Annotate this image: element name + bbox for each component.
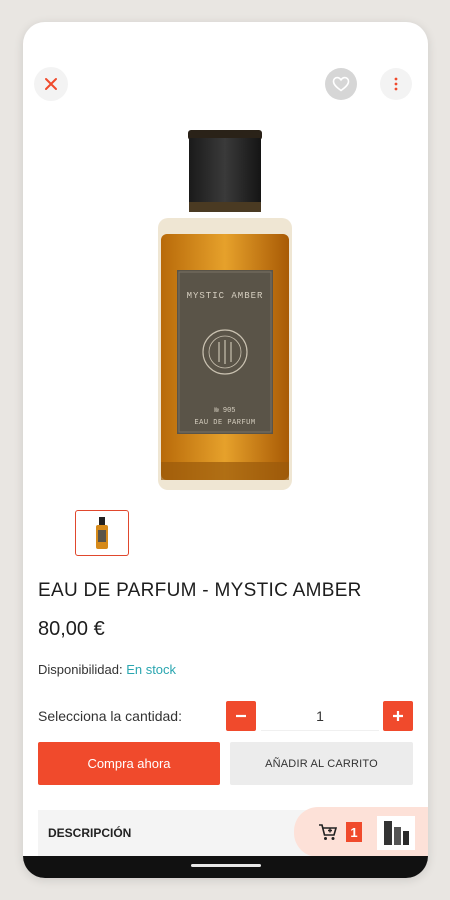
product-price: 80,00 € bbox=[38, 618, 105, 640]
system-navigation-bar bbox=[23, 856, 428, 878]
plus-icon bbox=[393, 711, 403, 721]
minus-icon bbox=[236, 714, 246, 718]
quantity-increase-button[interactable] bbox=[383, 701, 413, 731]
gallery-thumbnail[interactable] bbox=[75, 510, 129, 556]
favorite-button[interactable] bbox=[325, 68, 357, 100]
quantity-input[interactable]: 1 bbox=[261, 701, 379, 731]
bottle-label-type: EAU DE PARFUM bbox=[194, 419, 255, 427]
description-label: DESCRIPCIÓN bbox=[48, 826, 132, 840]
floating-cart-button[interactable]: 1 bbox=[294, 807, 428, 857]
availability-value: En stock bbox=[126, 662, 177, 677]
cart-count-badge: 1 bbox=[346, 822, 362, 842]
quantity-decrease-button[interactable] bbox=[226, 701, 256, 731]
product-title: EAU DE PARFUM - MYSTIC AMBER bbox=[38, 580, 362, 601]
home-gesture-handle[interactable] bbox=[191, 864, 261, 867]
availability: Disponibilidad: En stock bbox=[38, 662, 176, 677]
bottle-label-name: MYSTIC AMBER bbox=[187, 291, 264, 301]
add-to-cart-button[interactable]: AÑADIR AL CARRITO bbox=[230, 742, 413, 785]
more-vertical-icon bbox=[394, 77, 398, 91]
product-screen: MYSTIC AMBER № 905 EAU DE PARFUM EAU DE … bbox=[23, 22, 428, 878]
close-button[interactable] bbox=[34, 67, 68, 101]
close-icon bbox=[45, 78, 57, 90]
buy-now-button[interactable]: Compra ahora bbox=[38, 742, 220, 785]
heart-icon bbox=[332, 76, 350, 92]
bottle-label-number: № 905 bbox=[214, 407, 235, 415]
cart-thumbnail-image bbox=[384, 821, 409, 845]
product-image: MYSTIC AMBER № 905 EAU DE PARFUM bbox=[158, 130, 292, 490]
thumbnail-image bbox=[96, 517, 108, 549]
more-options-button[interactable] bbox=[380, 68, 412, 100]
cart-product-thumbnail bbox=[377, 816, 415, 850]
quantity-label: Selecciona la cantidad: bbox=[38, 708, 182, 724]
cart-icon bbox=[319, 824, 338, 840]
availability-label: Disponibilidad: bbox=[38, 662, 123, 677]
